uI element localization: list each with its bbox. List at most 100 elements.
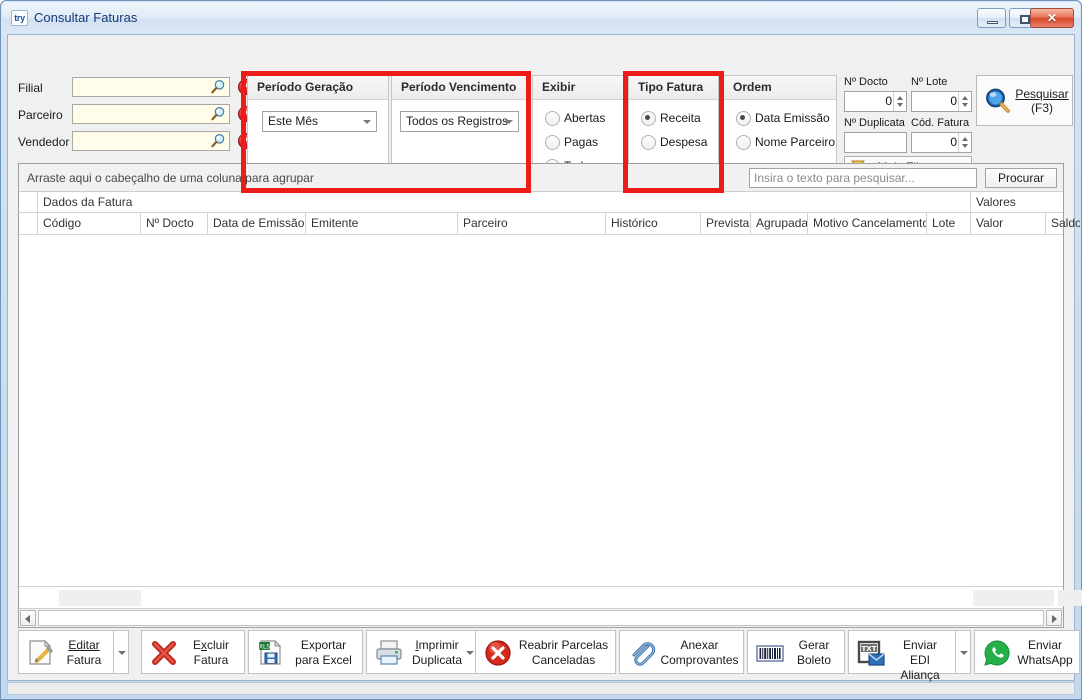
column-header-prevista[interactable]: Prevista bbox=[701, 213, 751, 234]
no-duplicata-field[interactable] bbox=[844, 132, 907, 153]
lookup-parceiro: ✕ bbox=[72, 104, 256, 124]
no-docto-stepper[interactable]: 0 bbox=[844, 91, 907, 112]
footer-summary-left bbox=[59, 590, 141, 606]
scrollbar-thumb[interactable] bbox=[38, 610, 1044, 626]
column-header-motivo-cancelamento[interactable]: Motivo Cancelamento bbox=[808, 213, 927, 234]
excluir-fatura-label: Excluir Fatura bbox=[192, 638, 230, 667]
label-no-duplicata: Nº Duplicata bbox=[844, 117, 905, 129]
svg-text:TXT: TXT bbox=[862, 645, 877, 653]
radio-ordem-data-emissao[interactable]: Data Emissão bbox=[736, 111, 830, 126]
chevron-right-icon bbox=[1052, 615, 1057, 623]
periodo-geracao-combo[interactable]: Este Mês bbox=[262, 111, 377, 132]
enviar-edi-alianca-label: Enviar EDI Aliança bbox=[889, 638, 951, 683]
pesquisar-button[interactable]: Pesquisar (F3) bbox=[976, 75, 1073, 126]
excluir-fatura-accel: x bbox=[201, 638, 207, 652]
enviar-whatsapp-button[interactable]: Enviar WhatsApp bbox=[974, 630, 1080, 674]
parceiro-input[interactable] bbox=[72, 104, 230, 124]
pesquisar-label: Pesquisar (F3) bbox=[1013, 87, 1071, 115]
editar-fatura-button[interactable]: Editar Fatura bbox=[18, 630, 114, 674]
radio-tipo-receita[interactable]: Receita bbox=[641, 111, 701, 126]
group-title-exibir: Exibir bbox=[533, 76, 626, 100]
scroll-right-button[interactable] bbox=[1046, 610, 1062, 626]
gerar-boleto-line1: Gerar bbox=[798, 638, 830, 652]
application-window: try Consultar Faturas ✕ Filial ✕ Parceir… bbox=[0, 0, 1082, 700]
grid-band-row: Dados da Fatura Valores bbox=[19, 192, 1063, 213]
magnifier-large-icon bbox=[986, 88, 1010, 113]
radio-ordem-nome-parceiro[interactable]: Nome Parceiro bbox=[736, 135, 835, 150]
no-lote-value: 0 bbox=[950, 94, 957, 108]
anexar-comprovantes-label: Anexar Comprovantes bbox=[660, 638, 739, 668]
column-header-historico[interactable]: Histórico bbox=[606, 213, 701, 234]
column-header-valor[interactable]: Valor bbox=[971, 213, 1046, 234]
close-button[interactable]: ✕ bbox=[1030, 8, 1074, 28]
radio-tipo-despesa[interactable]: Despesa bbox=[641, 135, 707, 150]
no-lote-stepper[interactable]: 0 bbox=[911, 91, 972, 112]
excluir-fatura-line2: Fatura bbox=[193, 653, 229, 667]
spin-up-icon[interactable] bbox=[962, 96, 968, 100]
procurar-button[interactable]: Procurar bbox=[985, 168, 1057, 188]
column-indicator-spacer bbox=[19, 213, 38, 234]
exportar-excel-line2: para Excel bbox=[295, 653, 352, 667]
radio-exibir-pagas[interactable]: Pagas bbox=[545, 135, 598, 150]
editar-fatura-dropdown[interactable] bbox=[114, 630, 129, 674]
group-title-ordem: Ordem bbox=[724, 76, 836, 100]
magnifier-icon[interactable] bbox=[210, 133, 226, 149]
chevron-down-icon bbox=[505, 120, 513, 124]
magnifier-icon[interactable] bbox=[210, 106, 226, 122]
reabrir-parcelas-line1: Reabrir Parcelas bbox=[518, 638, 609, 652]
column-header-agrupada[interactable]: Agrupada bbox=[751, 213, 808, 234]
editar-fatura-line2: Fatura bbox=[66, 653, 102, 667]
reabrir-parcelas-button[interactable]: Reabrir Parcelas Canceladas bbox=[475, 630, 616, 674]
magnifier-icon[interactable] bbox=[210, 79, 226, 95]
band-valores[interactable]: Valores bbox=[971, 192, 1080, 212]
red-cancel-icon bbox=[485, 640, 511, 666]
group-by-panel[interactable]: Arraste aqui o cabeçalho de uma coluna p… bbox=[19, 164, 1063, 192]
no-docto-value: 0 bbox=[885, 94, 892, 108]
radio-label: Receita bbox=[660, 111, 701, 125]
spin-up-icon[interactable] bbox=[962, 137, 968, 141]
gerar-boleto-button[interactable]: Gerar Boleto bbox=[747, 630, 845, 674]
exportar-excel-button[interactable]: XLS Exportar para Excel bbox=[248, 630, 363, 674]
anexar-comprovantes-button[interactable]: Anexar Comprovantes bbox=[619, 630, 744, 674]
printer-icon bbox=[376, 640, 402, 665]
no-docto-spin-buttons[interactable] bbox=[893, 92, 906, 111]
column-header-codigo[interactable]: Código bbox=[38, 213, 141, 234]
enviar-whatsapp-line1: Enviar bbox=[1027, 638, 1062, 652]
vendedor-input[interactable] bbox=[72, 131, 230, 151]
whatsapp-icon bbox=[984, 640, 1010, 666]
imprimir-duplicata-line2: Duplicata bbox=[411, 653, 463, 667]
exportar-excel-line1: Exportar bbox=[300, 638, 347, 652]
spin-up-icon[interactable] bbox=[897, 96, 903, 100]
no-lote-spin-buttons[interactable] bbox=[958, 92, 971, 111]
periodo-vencimento-combo[interactable]: Todos os Registros bbox=[400, 111, 519, 132]
column-header-parceiro[interactable]: Parceiro bbox=[458, 213, 606, 234]
column-header-emitente[interactable]: Emitente bbox=[306, 213, 458, 234]
horizontal-scrollbar[interactable] bbox=[19, 608, 1063, 627]
spin-down-icon[interactable] bbox=[962, 103, 968, 107]
band-dados-da-fatura[interactable]: Dados da Fatura bbox=[38, 192, 971, 212]
spin-down-icon[interactable] bbox=[897, 103, 903, 107]
imprimir-duplicata-label: Imprimir Duplicata bbox=[411, 638, 463, 667]
paperclip-icon bbox=[632, 642, 656, 666]
gerar-boleto-line2: Boleto bbox=[796, 653, 832, 667]
enviar-whatsapp-label: Enviar WhatsApp bbox=[1015, 638, 1075, 668]
cod-fatura-spin-buttons[interactable] bbox=[958, 133, 971, 152]
footer-summary-valor bbox=[973, 590, 1054, 606]
scroll-left-button[interactable] bbox=[20, 610, 36, 626]
cod-fatura-stepper[interactable]: 0 bbox=[911, 132, 972, 153]
minimize-button[interactable] bbox=[977, 8, 1006, 28]
enviar-edi-alianca-dropdown[interactable] bbox=[956, 630, 971, 674]
column-header-no-docto[interactable]: Nº Docto bbox=[141, 213, 208, 234]
grid-search-input[interactable]: Insira o texto para pesquisar... bbox=[749, 168, 977, 188]
enviar-edi-alianca-button[interactable]: TXT Enviar EDI Aliança bbox=[848, 630, 956, 682]
column-header-data-de-emissao[interactable]: Data de Emissão bbox=[208, 213, 306, 234]
column-header-lote[interactable]: Lote bbox=[927, 213, 971, 234]
column-header-saldo[interactable]: Saldo bbox=[1046, 213, 1080, 234]
filial-input[interactable] bbox=[72, 77, 230, 97]
excluir-fatura-button[interactable]: Excluir Fatura bbox=[141, 630, 245, 674]
radio-label: Pagas bbox=[564, 135, 599, 149]
spin-down-icon[interactable] bbox=[962, 144, 968, 148]
imprimir-duplicata-button[interactable]: Imprimir Duplicata bbox=[366, 630, 472, 674]
radio-exibir-abertas[interactable]: Abertas bbox=[545, 111, 605, 126]
window-title: Consultar Faturas bbox=[34, 10, 138, 25]
